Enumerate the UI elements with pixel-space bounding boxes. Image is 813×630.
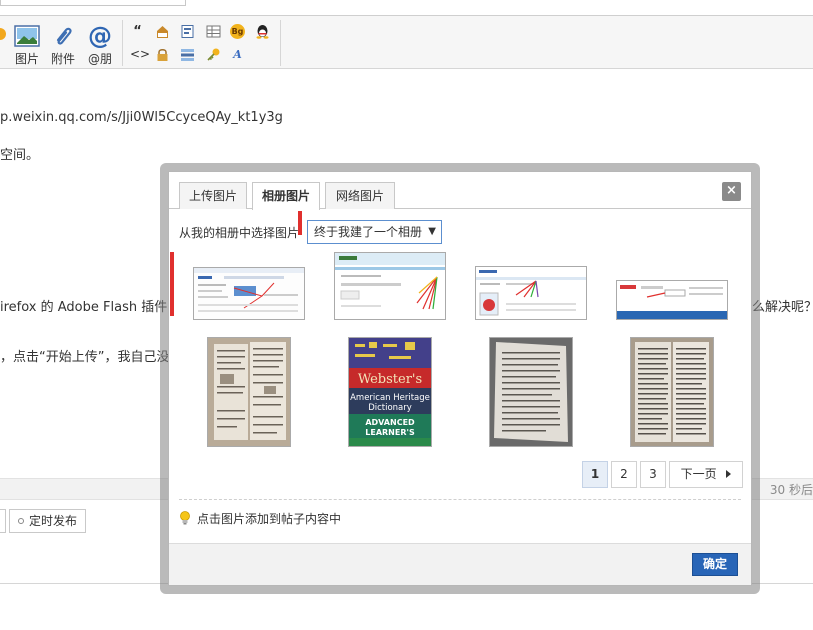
lightbulb-icon xyxy=(180,511,190,525)
toolbar-separator xyxy=(122,20,123,66)
tab-album-image[interactable]: 相册图片 xyxy=(252,182,320,210)
chevron-down-icon: ▼ xyxy=(428,226,436,237)
spine-text-1: American Heritage xyxy=(350,393,430,403)
page-2-button[interactable]: 2 xyxy=(611,461,637,488)
quote-icon[interactable]: “ xyxy=(130,24,145,39)
webpage-screenshot-icon xyxy=(476,267,586,319)
pagination: 1 2 3 下一页 xyxy=(582,461,743,488)
page-3-button[interactable]: 3 xyxy=(640,461,666,488)
title-input[interactable] xyxy=(0,0,186,6)
font-style-icon[interactable]: A xyxy=(230,47,245,62)
hide-icon[interactable] xyxy=(180,24,195,39)
content-line-4: ，点击“开始上传”，我自己没 xyxy=(0,350,170,365)
album-select-value: 终于我建了一个相册 xyxy=(314,225,423,239)
code-icon[interactable]: <> xyxy=(130,47,150,62)
close-button[interactable]: × xyxy=(722,182,741,201)
lock-icon[interactable] xyxy=(155,47,170,62)
autosave-status: 30 秒后 xyxy=(769,483,813,497)
table-icon[interactable] xyxy=(206,24,221,39)
free-icon[interactable] xyxy=(155,24,170,39)
image-picker-dialog: 上传图片 相册图片 网络图片 × 从我的相册中选择图片 终于我建了一个相册 ▼ xyxy=(168,171,752,586)
album-thumbnail[interactable] xyxy=(207,337,291,447)
album-select[interactable]: 终于我建了一个相册 ▼ xyxy=(307,220,442,244)
album-thumbnail[interactable] xyxy=(334,252,446,320)
content-line-3-right: 么解决呢？ xyxy=(752,300,813,315)
webpage-screenshot-icon xyxy=(194,268,304,319)
schedule-publish-button[interactable]: 定时发布 xyxy=(9,509,87,533)
image-icon xyxy=(14,25,40,47)
tab-web-image[interactable]: 网络图片 xyxy=(325,182,395,209)
toolbar-separator xyxy=(280,20,281,66)
qq-icon[interactable] xyxy=(255,24,270,39)
dictionary-stack-photo-icon: Webster's American Heritage Dictionary A… xyxy=(349,338,431,446)
album-thumbnail[interactable] xyxy=(616,280,728,320)
content-url-line: p.weixin.qq.com/s/Jji0Wl5CcyceQAy_kt1y3g xyxy=(0,110,283,125)
next-page-button[interactable]: 下一页 xyxy=(669,461,743,488)
annotation-marker xyxy=(170,252,174,316)
editor-page: 图片 附件 @ @朋 “ Bg <> A p.weixin.qq.com/s/J… xyxy=(0,0,813,630)
schedule-publish-label: 定时发布 xyxy=(29,514,78,528)
editor-toolbar: 图片 附件 @ @朋 “ Bg <> A xyxy=(0,16,813,69)
mention-button[interactable]: @ @朋 xyxy=(85,24,115,67)
radio-icon xyxy=(18,518,24,524)
at-icon: @ xyxy=(88,22,112,50)
image-button[interactable]: 图片 xyxy=(12,24,42,67)
spine-text-2: Dictionary xyxy=(368,403,412,413)
album-thumbnail[interactable]: Webster's American Heritage Dictionary A… xyxy=(348,337,432,447)
album-thumbnail[interactable] xyxy=(475,266,587,320)
dialog-footer: 确定 xyxy=(169,543,751,585)
usage-tip: 点击图片添加到帖子内容中 xyxy=(179,510,341,527)
book-page-photo-icon xyxy=(208,338,290,446)
attachment-button[interactable]: 附件 xyxy=(48,24,78,67)
album-thumbnail[interactable] xyxy=(630,337,714,447)
spine-text-0: Webster's xyxy=(358,372,422,387)
album-thumbnail[interactable] xyxy=(193,267,305,320)
paperclip-icon xyxy=(56,27,72,45)
confirm-button[interactable]: 确定 xyxy=(692,553,738,576)
content-line-3-left: irefox 的 Adobe Flash 插件问 xyxy=(0,300,181,315)
annotation-marker xyxy=(298,211,302,235)
tab-upload-image[interactable]: 上传图片 xyxy=(179,182,247,209)
dialog-tab-bar: 上传图片 相册图片 网络图片 xyxy=(169,172,751,210)
book-page-photo-icon xyxy=(490,338,572,446)
page-1-button[interactable]: 1 xyxy=(582,461,608,488)
list-icon[interactable] xyxy=(180,47,195,62)
book-page-photo-icon xyxy=(631,338,713,446)
album-thumbnail[interactable] xyxy=(489,337,573,447)
mention-button-label: @朋 xyxy=(87,52,112,66)
spine-text-4: LEARNER'S xyxy=(365,428,415,437)
spine-text-3: ADVANCED xyxy=(365,418,415,427)
image-button-label: 图片 xyxy=(14,52,39,66)
webpage-screenshot-icon xyxy=(617,281,727,319)
chevron-right-icon xyxy=(726,470,732,478)
key-icon[interactable] xyxy=(206,47,221,62)
smiley-icon[interactable] xyxy=(0,28,6,40)
bottom-left-button[interactable] xyxy=(0,509,6,533)
dialog-divider xyxy=(179,499,741,500)
next-page-label: 下一页 xyxy=(680,467,717,481)
usage-tip-text: 点击图片添加到帖子内容中 xyxy=(197,512,342,526)
webpage-screenshot-icon xyxy=(335,253,445,319)
content-line-2: 空间。 xyxy=(0,148,40,163)
bg-icon[interactable]: Bg xyxy=(230,24,245,39)
album-label: 从我的相册中选择图片 xyxy=(179,226,300,240)
attachment-button-label: 附件 xyxy=(50,52,75,66)
